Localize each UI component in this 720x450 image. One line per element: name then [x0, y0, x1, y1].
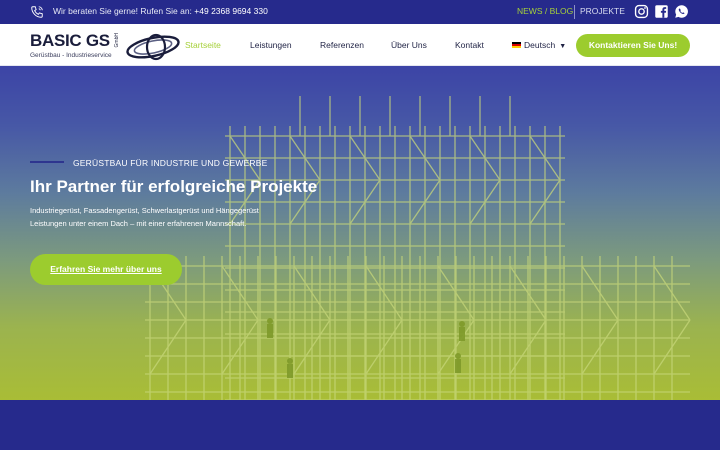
facebook-icon[interactable]	[654, 4, 669, 19]
hero-kicker: GERÜSTBAU FÜR INDUSTRIE UND GEWERBE	[73, 158, 268, 168]
phone-info: Wir beraten Sie gerne! Rufen Sie an: +49…	[53, 6, 268, 16]
logo-ring-icon	[126, 33, 180, 61]
phone-icon[interactable]	[30, 5, 44, 19]
scaffold-background-image	[145, 96, 691, 400]
hero-title: Ihr Partner für erfolgreiche Projekte	[30, 177, 318, 196]
german-flag-icon	[512, 42, 521, 48]
bottom-section	[0, 400, 720, 450]
language-selector[interactable]: Deutsch ▼	[512, 40, 566, 50]
topbar-divider	[574, 5, 575, 19]
logo-name: BASIC GS	[30, 31, 110, 50]
company-logo[interactable]: BASIC GS GmbH Gerüstbau - Industrieservi…	[30, 31, 180, 61]
learn-more-button[interactable]: Erfahren Sie mehr über uns	[30, 254, 182, 285]
main-navbar: BASIC GS GmbH Gerüstbau - Industrieservi…	[0, 24, 720, 66]
phone-number-link[interactable]: +49 2368 9694 330	[194, 6, 268, 16]
projekte-link[interactable]: PROJEKTE	[580, 6, 625, 16]
kicker-line	[30, 161, 64, 163]
top-bar: Wir beraten Sie gerne! Rufen Sie an: +49…	[0, 0, 720, 24]
phone-label: Wir beraten Sie gerne! Rufen Sie an:	[53, 6, 192, 16]
instagram-icon[interactable]	[634, 4, 649, 19]
logo-subtitle: Gerüstbau - Industrieservice	[30, 52, 112, 59]
nav-item-ueber-uns[interactable]: Über Uns	[391, 40, 427, 50]
whatsapp-icon[interactable]	[674, 4, 689, 19]
hero-description-line-1: Industriegerüst, Fassadengerüst, Schwerl…	[30, 206, 259, 215]
nav-item-referenzen[interactable]: Referenzen	[320, 40, 364, 50]
chevron-down-icon: ▼	[559, 43, 567, 50]
contact-us-button[interactable]: Kontaktieren Sie Uns!	[576, 34, 690, 57]
hero-description-line-2: Leistungen unter einem Dach – mit einer …	[30, 219, 247, 228]
hero-section: GERÜSTBAU FÜR INDUSTRIE UND GEWERBE Ihr …	[0, 66, 720, 400]
nav-item-kontakt[interactable]: Kontakt	[455, 40, 484, 50]
nav-item-leistungen[interactable]: Leistungen	[250, 40, 292, 50]
news-blog-link[interactable]: NEWS / BLOG	[517, 6, 573, 16]
language-label: Deutsch	[524, 40, 556, 50]
nav-item-startseite[interactable]: Startseite	[185, 40, 221, 50]
